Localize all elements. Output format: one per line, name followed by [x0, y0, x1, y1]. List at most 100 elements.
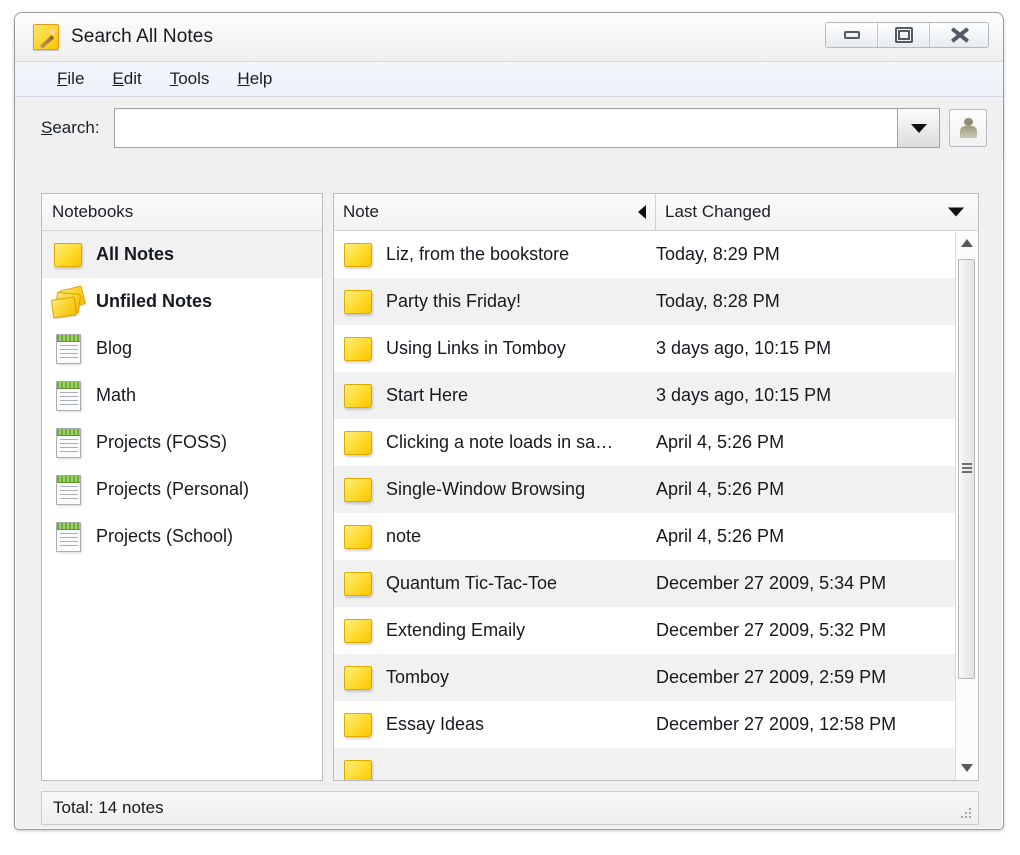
sidebar-item-label: Unfiled Notes — [96, 291, 212, 312]
note-title: note — [386, 526, 656, 547]
note-date: 3 days ago, 10:15 PM — [656, 338, 955, 359]
note-date: December 27 2009, 12:58 PM — [656, 714, 955, 735]
table-row[interactable]: Essay Ideas December 27 2009, 12:58 PM — [334, 701, 955, 748]
notepad-icon — [52, 380, 88, 412]
notepad-icon — [52, 521, 88, 553]
sidebar-item-all-notes[interactable]: All Notes — [42, 231, 322, 278]
sidebar-item-projects-foss[interactable]: Projects (FOSS) — [42, 419, 322, 466]
sidebar-item-label: Math — [96, 385, 136, 406]
content-area: Notebooks All Notes Unfiled Notes Blog M… — [41, 193, 979, 781]
note-date: April 4, 5:26 PM — [656, 432, 955, 453]
sidebar-item-math[interactable]: Math — [42, 372, 322, 419]
search-combobox[interactable] — [114, 108, 940, 148]
scrollbar-track[interactable] — [956, 255, 978, 756]
triangle-left-icon — [638, 205, 646, 219]
note-date: December 27 2009, 2:59 PM — [656, 667, 955, 688]
menu-item-file[interactable]: File — [43, 67, 98, 91]
sidebar-item-label: Blog — [96, 338, 132, 359]
note-title: Essay Ideas — [386, 714, 656, 735]
notepad-icon — [52, 333, 88, 365]
menu-item-help[interactable]: Help — [223, 67, 286, 91]
table-row[interactable]: Party this Friday! Today, 8:28 PM — [334, 278, 955, 325]
sidebar-item-projects-personal[interactable]: Projects (Personal) — [42, 466, 322, 513]
column-header-last-changed[interactable]: Last Changed — [656, 194, 978, 230]
note-icon — [344, 619, 372, 643]
notebook-icon — [959, 118, 977, 138]
table-row[interactable]: Single-Window Browsing April 4, 5:26 PM — [334, 466, 955, 513]
title-bar: Search All Notes — [15, 13, 1003, 61]
notepad-icon — [52, 427, 88, 459]
sidebar-item-projects-school[interactable]: Projects (School) — [42, 513, 322, 560]
window-controls — [825, 22, 989, 48]
menu-file-rest: ile — [67, 69, 84, 88]
sidebar-item-label: Projects (Personal) — [96, 479, 249, 500]
restore-icon — [895, 27, 913, 43]
close-icon — [949, 26, 969, 44]
table-row[interactable] — [334, 748, 955, 780]
search-label-rest: earch: — [52, 118, 99, 137]
table-row[interactable]: Extending Emaily December 27 2009, 5:32 … — [334, 607, 955, 654]
menu-edit-rest: dit — [124, 69, 142, 88]
note-title: Clicking a note loads in sa… — [386, 432, 656, 453]
note-list-scrollbar[interactable] — [955, 231, 978, 780]
sidebar-item-blog[interactable]: Blog — [42, 325, 322, 372]
table-row[interactable]: Start Here 3 days ago, 10:15 PM — [334, 372, 955, 419]
notebooks-header: Notebooks — [42, 194, 322, 231]
search-history-dropdown-button[interactable] — [897, 109, 939, 147]
table-row[interactable]: Quantum Tic-Tac-Toe December 27 2009, 5:… — [334, 560, 955, 607]
note-icon — [344, 478, 372, 502]
application-window: Search All Notes File Edit Tools Help — [14, 12, 1004, 830]
note-title: Start Here — [386, 385, 656, 406]
table-row[interactable]: Tomboy December 27 2009, 2:59 PM — [334, 654, 955, 701]
note-date: April 4, 5:26 PM — [656, 526, 955, 547]
close-button[interactable] — [930, 23, 988, 47]
note-icon — [344, 384, 372, 408]
table-row[interactable]: Using Links in Tomboy 3 days ago, 10:15 … — [334, 325, 955, 372]
table-row[interactable]: Clicking a note loads in sa… April 4, 5:… — [334, 419, 955, 466]
search-label-accel: S — [41, 118, 52, 137]
note-icon — [52, 239, 88, 271]
note-title: Liz, from the bookstore — [386, 244, 656, 265]
notebooks-panel: Notebooks All Notes Unfiled Notes Blog M… — [41, 193, 323, 781]
scroll-down-icon — [961, 764, 973, 772]
menu-item-tools[interactable]: Tools — [156, 67, 224, 91]
note-list-panel: Note Last Changed Liz, from the bookstor… — [333, 193, 979, 781]
note-title: Extending Emaily — [386, 620, 656, 641]
search-bar: Search: — [15, 97, 1003, 159]
note-icon — [344, 243, 372, 267]
status-bar: Total: 14 notes — [41, 791, 979, 825]
triangle-down-icon — [948, 208, 964, 217]
menu-help-accel: H — [237, 69, 249, 88]
note-date: Today, 8:29 PM — [656, 244, 955, 265]
notebook-tool-button[interactable] — [949, 109, 987, 147]
sidebar-item-label: Projects (School) — [96, 526, 233, 547]
note-icon — [344, 431, 372, 455]
resize-grip-icon[interactable] — [959, 806, 973, 820]
scroll-down-button[interactable] — [956, 756, 978, 780]
menu-file-accel: F — [57, 69, 67, 88]
note-list-header: Note Last Changed — [334, 194, 978, 231]
note-icon — [344, 760, 372, 781]
note-icon — [344, 290, 372, 314]
search-input[interactable] — [115, 109, 897, 147]
window-title: Search All Notes — [71, 26, 213, 48]
note-icon — [344, 666, 372, 690]
restore-button[interactable] — [878, 23, 930, 47]
sidebar-item-unfiled-notes[interactable]: Unfiled Notes — [42, 278, 322, 325]
table-row[interactable]: note April 4, 5:26 PM — [334, 513, 955, 560]
minimize-icon — [844, 31, 860, 39]
column-header-note[interactable]: Note — [334, 194, 656, 230]
table-row[interactable]: Liz, from the bookstore Today, 8:29 PM — [334, 231, 955, 278]
note-date: Today, 8:28 PM — [656, 291, 955, 312]
scroll-up-button[interactable] — [956, 231, 978, 255]
note-title: Party this Friday! — [386, 291, 656, 312]
note-date: April 4, 5:26 PM — [656, 479, 955, 500]
note-title: Tomboy — [386, 667, 656, 688]
menu-help-rest: elp — [250, 69, 273, 88]
column-header-note-label: Note — [343, 202, 379, 222]
note-date: 3 days ago, 10:15 PM — [656, 385, 955, 406]
scrollbar-thumb[interactable] — [958, 259, 975, 679]
sidebar-item-label: All Notes — [96, 244, 174, 265]
menu-item-edit[interactable]: Edit — [98, 67, 155, 91]
minimize-button[interactable] — [826, 23, 878, 47]
